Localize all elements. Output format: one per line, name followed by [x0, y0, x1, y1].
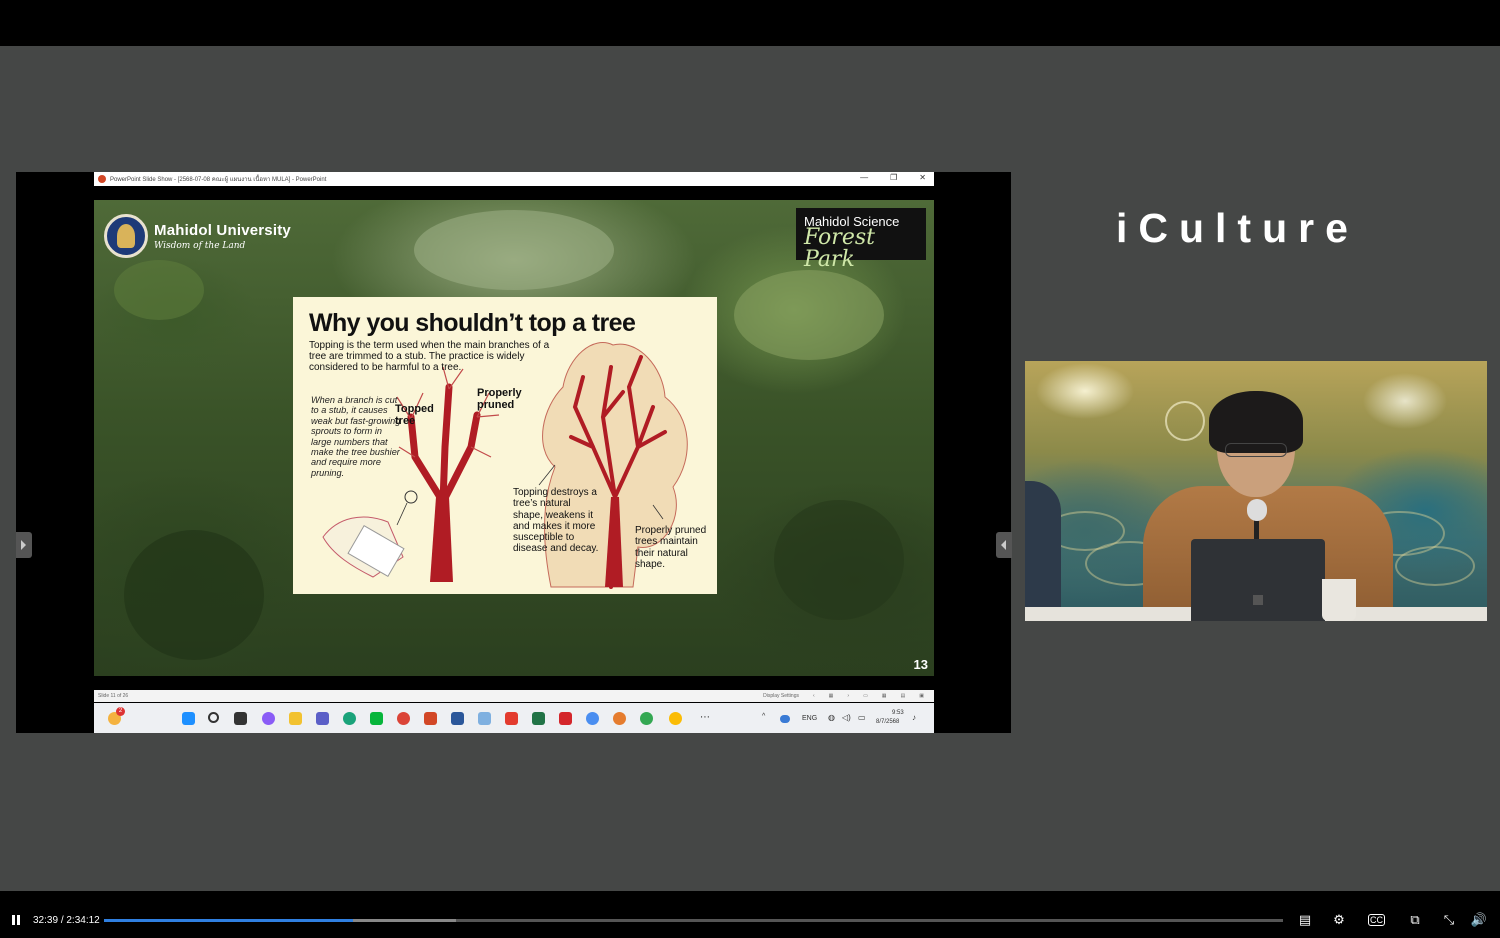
search-icon[interactable]: [208, 712, 219, 723]
battery-icon[interactable]: ▭: [858, 713, 866, 722]
chrome-icon[interactable]: [397, 712, 410, 725]
app-icon[interactable]: [505, 712, 518, 725]
exit-fullscreen-icon[interactable]: ⤡: [1440, 912, 1458, 928]
slideshow-view-icon[interactable]: ▣: [919, 690, 924, 702]
infographic-intro: Topping is the term used when the main b…: [309, 340, 550, 373]
copilot-icon[interactable]: [262, 712, 275, 725]
side-person: [1025, 481, 1061, 621]
powerpoint-titlebar: PowerPoint Slide Show - [2568-07-08 คณะผ…: [94, 172, 934, 186]
label-topped-tree: Topped tree: [395, 403, 434, 427]
iculture-brand: iCulture: [1116, 205, 1359, 251]
collapse-left-arrow-icon[interactable]: [16, 532, 32, 558]
laptop: [1191, 539, 1325, 621]
speaker-glasses: [1225, 443, 1287, 457]
total-time: 2:34:12: [66, 915, 100, 926]
sorter-view-icon[interactable]: ▦: [882, 690, 887, 702]
teams-icon[interactable]: [316, 712, 329, 725]
current-time: 32:39: [33, 915, 59, 926]
snipping-icon[interactable]: [478, 712, 491, 725]
microphone-icon: [1247, 499, 1267, 521]
prev-slide-icon[interactable]: ‹: [813, 690, 815, 702]
seek-bar[interactable]: [104, 919, 1283, 922]
task-view-icon[interactable]: [234, 712, 247, 725]
pointer-line: [396, 502, 408, 526]
played-progress: [104, 919, 354, 922]
slide-number: 13: [913, 657, 928, 672]
windows-taskbar: 2 ⋯ ^ ENG ◍ ◁) ▭ 9:53 8/7/2568 ♪: [94, 703, 934, 733]
slideshow-status-bar: Slide 11 of 26 Display Settings ‹ ▦ › ▭ …: [94, 690, 934, 702]
chrome-profile-icon[interactable]: [669, 712, 682, 725]
excel-icon[interactable]: [532, 712, 545, 725]
pause-icon[interactable]: [12, 915, 21, 925]
foliage-decoration: [114, 260, 204, 320]
line-icon[interactable]: [370, 712, 383, 725]
start-icon[interactable]: [182, 712, 195, 725]
speaker-camera-feed: [1025, 361, 1487, 621]
laptop-logo-icon: [1253, 595, 1263, 605]
powerpoint-taskbar-icon[interactable]: [424, 712, 437, 725]
edge-icon[interactable]: [343, 712, 356, 725]
close-button[interactable]: ✕: [919, 173, 926, 182]
notification-badge: 2: [116, 707, 125, 716]
badge-line2: Forest Park: [804, 225, 875, 272]
word-icon[interactable]: [451, 712, 464, 725]
infographic-note: When a branch is cut to a stub, it cause…: [311, 395, 401, 478]
onedrive-icon[interactable]: [780, 715, 790, 723]
taskbar-date[interactable]: 8/7/2568: [876, 719, 899, 725]
window-title: PowerPoint Slide Show - [2568-07-08 คณะผ…: [110, 177, 327, 183]
topped-tree-trunk: [430, 497, 453, 582]
caption-pruned: Properly pruned trees maintain their nat…: [635, 525, 707, 570]
foliage-decoration: [124, 530, 264, 660]
display-settings-button[interactable]: Display Settings: [763, 690, 799, 702]
reading-view-icon[interactable]: ▤: [901, 690, 906, 702]
tree-topping-infographic: Why you shouldn’t top a tree Topping is …: [293, 297, 717, 594]
file-explorer-icon[interactable]: [289, 712, 302, 725]
forest-park-badge: Mahidol Science Forest Park: [796, 208, 926, 271]
mahidol-university-logo: Mahidol University Wisdom of the Land: [104, 214, 291, 258]
volume-icon[interactable]: 🔊: [1470, 912, 1488, 928]
foliage-decoration: [414, 210, 614, 290]
presentation-slide: Mahidol University Wisdom of the Land Ma…: [94, 200, 934, 676]
chapters-icon[interactable]: ▤: [1296, 912, 1314, 928]
chrome-profile-icon[interactable]: [640, 712, 653, 725]
caption-topping: Topping destroys a tree’s natural shape,…: [513, 487, 599, 555]
settings-gear-icon[interactable]: ⚙: [1330, 912, 1348, 928]
minimize-button[interactable]: —: [860, 173, 868, 182]
university-name: Mahidol University: [154, 221, 291, 239]
label-properly-pruned: Properly pruned: [477, 387, 522, 411]
more-icon[interactable]: ⋯: [700, 712, 710, 723]
chrome-profile-icon[interactable]: [613, 712, 626, 725]
university-motto: Wisdom of the Land: [154, 240, 246, 251]
language-indicator[interactable]: ENG: [802, 715, 817, 722]
mural-wave-decoration: [1395, 546, 1475, 586]
closed-captions-icon[interactable]: CC: [1368, 914, 1385, 926]
network-icon[interactable]: ◍: [828, 713, 835, 722]
university-seal-icon: [104, 214, 148, 258]
volume-icon[interactable]: ◁): [842, 713, 851, 722]
collapse-right-arrow-icon[interactable]: [996, 532, 1012, 558]
acrobat-icon[interactable]: [559, 712, 572, 725]
infographic-title: Why you shouldn’t top a tree: [309, 309, 636, 337]
top-letterbox: [0, 0, 1500, 46]
chevron-up-icon[interactable]: ^: [762, 713, 765, 720]
picture-in-picture-icon[interactable]: ⧉: [1406, 912, 1424, 928]
taskbar-time[interactable]: 9:53: [892, 710, 904, 716]
video-player-controls: 32:39 / 2:34:12 ▤ ⚙ CC ⧉ ⤡ 🔊: [0, 891, 1500, 938]
powerpoint-icon: [98, 175, 106, 183]
normal-view-icon[interactable]: ▭: [863, 690, 868, 702]
restore-button[interactable]: ❐: [890, 173, 897, 182]
notification-bell-icon[interactable]: ♪: [912, 713, 916, 722]
foliage-decoration: [734, 270, 884, 360]
next-slide-icon[interactable]: ›: [847, 690, 849, 702]
mural-halo-decoration: [1165, 401, 1205, 441]
chrome-profile-icon[interactable]: [586, 712, 599, 725]
slide-counter: Slide 11 of 26: [98, 693, 129, 699]
slide-sorter-icon[interactable]: ▦: [829, 690, 834, 702]
coffee-cup: [1322, 579, 1356, 621]
time-display: 32:39 / 2:34:12: [33, 915, 100, 926]
foliage-decoration: [774, 500, 904, 620]
zoom-circle: [404, 490, 418, 504]
